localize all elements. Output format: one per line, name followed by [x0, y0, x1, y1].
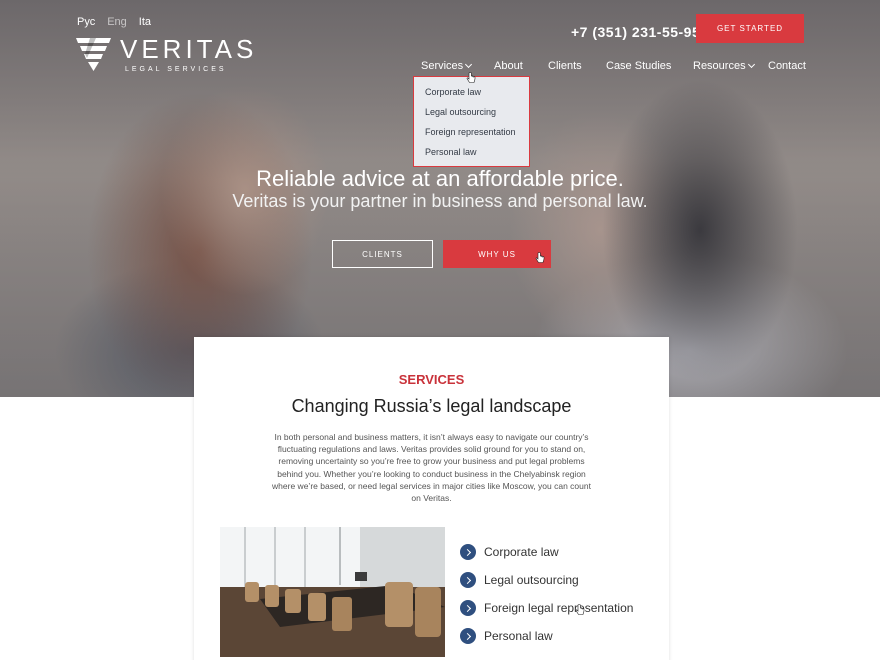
lang-ru[interactable]: Рус	[77, 16, 95, 28]
hand-cursor-icon	[466, 72, 476, 83]
chevron-right-circle-icon	[460, 572, 476, 588]
lang-en[interactable]: Eng	[107, 16, 127, 28]
language-switcher: Рус Eng Ita	[77, 16, 151, 28]
nav-label-case-studies: Case Studies	[606, 60, 672, 72]
conference-room-illustration	[220, 527, 445, 657]
nav-item-resources[interactable]: Resources	[693, 60, 755, 72]
services-eyebrow: SERVICES	[398, 372, 465, 387]
hand-cursor-icon	[575, 604, 585, 615]
nav-item-contact[interactable]: Contact	[768, 60, 806, 72]
service-label: Corporate law	[484, 545, 559, 559]
nav-label-services: Services	[421, 60, 464, 72]
nav-item-case-studies[interactable]: Case Studies	[606, 60, 671, 72]
hero-subtitle: Veritas is your partner in business and …	[232, 191, 648, 211]
nav-item-services[interactable]: Services	[421, 60, 473, 72]
main-nav: Services About Clients Case Studies Reso…	[0, 60, 880, 76]
chevron-right-circle-icon	[460, 544, 476, 560]
logo-wordmark: VERITAS	[120, 34, 258, 64]
lang-it[interactable]: Ita	[139, 16, 151, 28]
nav-label-contact: Contact	[768, 60, 806, 72]
get-started-button[interactable]: GET STARTED	[696, 14, 804, 43]
service-item-personal-law[interactable]: Personal law	[460, 622, 633, 650]
dropdown-item-personal-law[interactable]: Personal law	[414, 142, 529, 162]
chevron-down-icon	[465, 60, 473, 68]
services-description: In both personal and business matters, i…	[272, 432, 591, 504]
service-item-foreign-legal-representation[interactable]: Foreign legal representation	[460, 594, 633, 622]
service-item-corporate-law[interactable]: Corporate law	[460, 538, 633, 566]
service-label: Foreign legal representation	[484, 601, 634, 615]
chevron-down-icon	[747, 60, 755, 68]
hero-title: Reliable advice at an affordable price.	[256, 166, 624, 191]
nav-item-clients[interactable]: Clients	[548, 60, 582, 72]
nav-item-about[interactable]: About	[494, 60, 523, 72]
phone-number[interactable]: +7 (351) 231-55-95	[571, 24, 700, 40]
service-label: Personal law	[484, 629, 553, 643]
conference-room-photo	[220, 527, 445, 657]
chevron-right-circle-icon	[460, 628, 476, 644]
nav-label-clients: Clients	[548, 60, 582, 72]
services-card: SERVICES Changing Russia’s legal landsca…	[194, 337, 669, 660]
nav-label-resources: Resources	[693, 60, 746, 72]
services-list: Corporate law Legal outsourcing Foreign …	[460, 538, 633, 650]
dropdown-item-corporate-law[interactable]: Corporate law	[414, 82, 529, 102]
services-title: Changing Russia’s legal landscape	[291, 396, 572, 416]
clients-button[interactable]: CLIENTS	[332, 240, 433, 268]
service-label: Legal outsourcing	[484, 573, 579, 587]
services-dropdown: Corporate law Legal outsourcing Foreign …	[413, 76, 530, 167]
chevron-right-circle-icon	[460, 600, 476, 616]
hand-cursor-icon	[535, 252, 545, 263]
dropdown-item-legal-outsourcing[interactable]: Legal outsourcing	[414, 102, 529, 122]
dropdown-item-foreign-representation[interactable]: Foreign representation	[414, 122, 529, 142]
nav-label-about: About	[494, 60, 523, 72]
service-item-legal-outsourcing[interactable]: Legal outsourcing	[460, 566, 633, 594]
